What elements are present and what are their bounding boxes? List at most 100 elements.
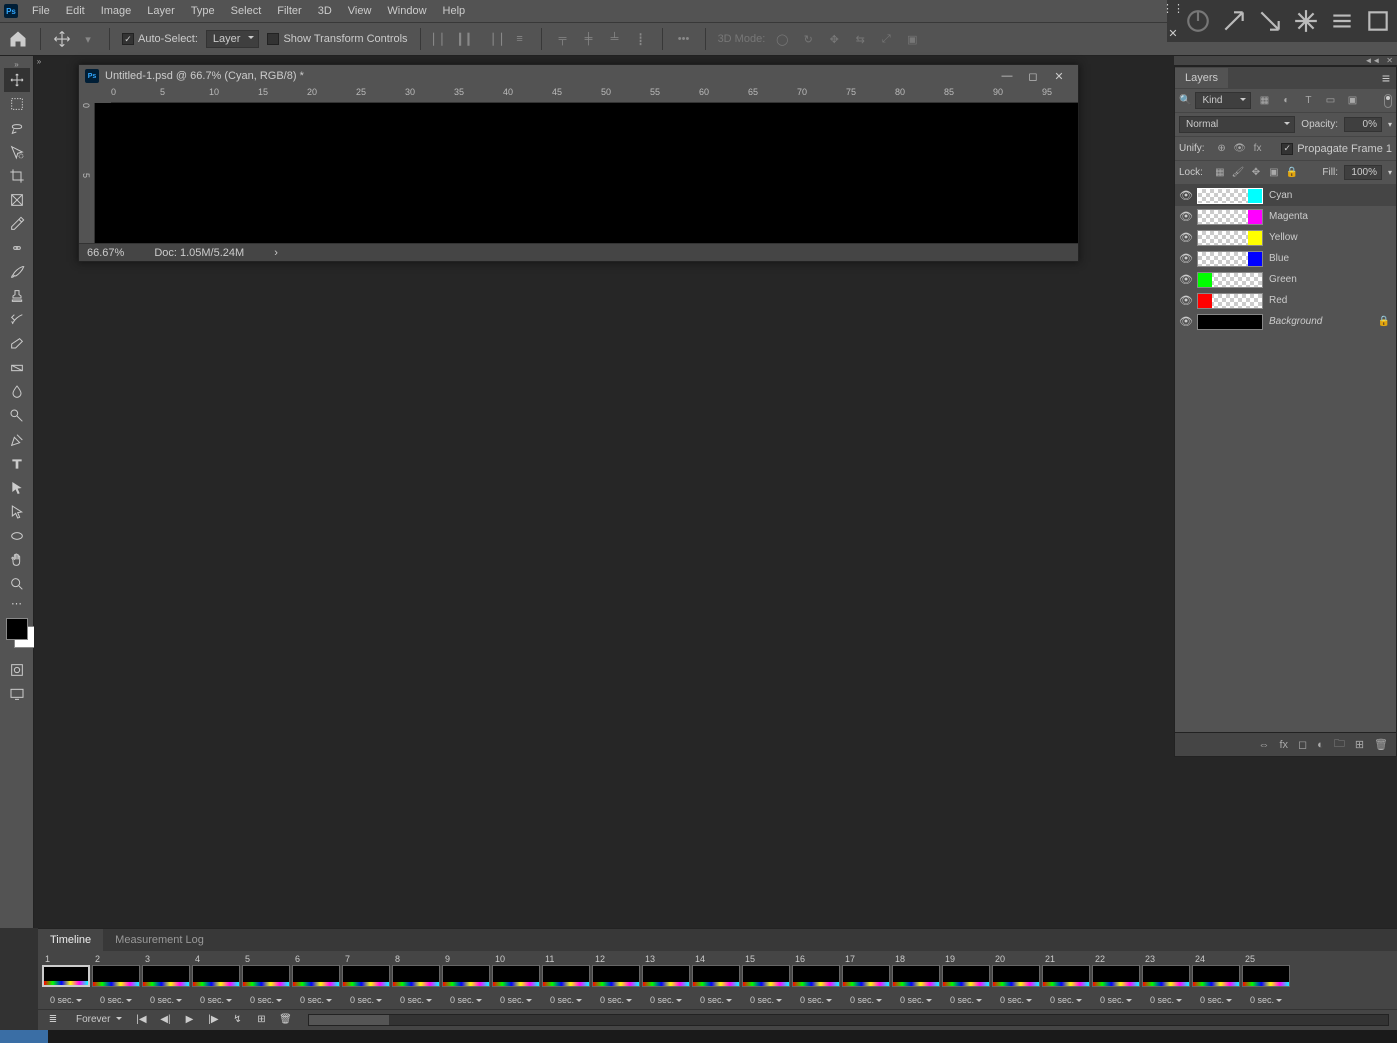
showtransform-checkbox[interactable]: Show Transform Controls — [267, 33, 407, 45]
frame-thumbnail[interactable] — [92, 965, 140, 987]
layer-row[interactable]: 👁Background🔒 — [1175, 311, 1396, 332]
opacity-input[interactable]: 0% — [1344, 117, 1382, 132]
arrow-se-icon[interactable] — [1257, 8, 1283, 34]
filter-smart-icon[interactable]: ▣ — [1343, 92, 1361, 110]
timeline-frame[interactable]: 170 sec. — [842, 953, 890, 1007]
layer-row[interactable]: 👁Yellow — [1175, 227, 1396, 248]
layer-thumbnail[interactable] — [1197, 314, 1263, 330]
visibility-icon[interactable]: 👁 — [1175, 231, 1197, 244]
zoom-tool-icon[interactable] — [4, 572, 30, 596]
eyedropper-tool-icon[interactable] — [4, 212, 30, 236]
menu-view[interactable]: View — [340, 2, 380, 20]
timeline-menu-icon[interactable]: ≣ — [46, 1013, 60, 1027]
tween-icon[interactable]: ↯ — [230, 1013, 244, 1027]
lock-all-icon[interactable]: 🔒 — [1285, 166, 1299, 180]
layer-row[interactable]: 👁Blue — [1175, 248, 1396, 269]
layer-row[interactable]: 👁 Green — [1175, 269, 1396, 290]
lasso-tool-icon[interactable] — [4, 116, 30, 140]
timeline-scrollbar[interactable] — [308, 1014, 1389, 1026]
direct-select-tool-icon[interactable] — [4, 500, 30, 524]
layer-thumbnail[interactable] — [1197, 188, 1263, 204]
unify-visibility-icon[interactable]: 👁 — [1233, 142, 1247, 156]
timeline-frame[interactable]: 10 sec. — [42, 953, 90, 1007]
timeline-frame[interactable]: 60 sec. — [292, 953, 340, 1007]
panel-menu-icon[interactable]: ≡ — [1376, 70, 1396, 86]
filter-kind-select[interactable]: Kind — [1195, 92, 1251, 109]
edit-toolbar-icon[interactable]: ⋯ — [4, 596, 30, 610]
distribute-v-icon[interactable]: ┋ — [632, 30, 650, 48]
frame-thumbnail[interactable] — [442, 965, 490, 987]
frame-thumbnail[interactable] — [542, 965, 590, 987]
os-taskbar[interactable] — [0, 1030, 1397, 1043]
layer-thumbnail[interactable] — [1197, 293, 1263, 309]
frame-delay[interactable]: 0 sec. — [342, 993, 390, 1007]
timeline-frame[interactable]: 210 sec. — [1042, 953, 1090, 1007]
zoom-readout[interactable]: 66.67% — [87, 247, 124, 259]
menu-image[interactable]: Image — [93, 2, 140, 20]
status-chevron-icon[interactable]: › — [274, 247, 278, 259]
new-layer-icon[interactable]: ⊞ — [1355, 738, 1364, 751]
frame-delay[interactable]: 0 sec. — [242, 993, 290, 1007]
blend-mode-select[interactable]: Normal — [1179, 116, 1295, 133]
layer-row[interactable]: 👁Magenta — [1175, 206, 1396, 227]
layer-name[interactable]: Green — [1269, 274, 1297, 285]
crop-tool-icon[interactable] — [4, 164, 30, 188]
timeline-tab[interactable]: Timeline — [38, 929, 103, 951]
menu-type[interactable]: Type — [183, 2, 223, 20]
docarea-expand-icon[interactable]: » — [34, 56, 44, 66]
frame-thumbnail[interactable] — [892, 965, 940, 987]
frame-thumbnail[interactable] — [792, 965, 840, 987]
delete-frame-icon[interactable]: 🗑 — [278, 1013, 292, 1027]
duplicate-frame-icon[interactable]: ⊞ — [254, 1013, 268, 1027]
filter-shape-icon[interactable]: ▭ — [1321, 92, 1339, 110]
prev-frame-icon[interactable]: ◀| — [158, 1013, 172, 1027]
timeline-frame[interactable]: 130 sec. — [642, 953, 690, 1007]
power-icon[interactable] — [1185, 8, 1211, 34]
ruler-origin[interactable] — [79, 87, 95, 103]
lock-position-icon[interactable]: ✥ — [1249, 166, 1263, 180]
screenmode-icon[interactable] — [4, 682, 30, 706]
frame-delay[interactable]: 0 sec. — [592, 993, 640, 1007]
eraser-tool-icon[interactable] — [4, 332, 30, 356]
move-tool-icon[interactable] — [4, 68, 30, 92]
frame-thumbnail[interactable] — [1092, 965, 1140, 987]
delete-layer-icon[interactable]: 🗑 — [1374, 738, 1388, 751]
adjustment-layer-icon[interactable]: ◐ — [1317, 739, 1324, 751]
play-icon[interactable]: ▶ — [182, 1013, 196, 1027]
maximize-icon[interactable]: ◻ — [1020, 67, 1046, 85]
menu-filter[interactable]: Filter — [269, 2, 309, 20]
menu-edit[interactable]: Edit — [58, 2, 93, 20]
canvas[interactable] — [95, 103, 1078, 243]
collapse-left-icon[interactable]: ◄◄ — [1364, 56, 1380, 65]
pen-tool-icon[interactable] — [4, 428, 30, 452]
dodge-tool-icon[interactable] — [4, 404, 30, 428]
panel-close-icon[interactable]: ✕ — [1386, 56, 1393, 65]
frame-tool-icon[interactable] — [4, 188, 30, 212]
opacity-dropdown-icon[interactable]: ▾ — [1388, 120, 1392, 129]
frame-delay[interactable]: 0 sec. — [1042, 993, 1090, 1007]
autoselect-checkbox[interactable]: Auto-Select: — [122, 33, 198, 45]
close-icon[interactable]: ✕ — [1046, 67, 1072, 85]
frame-delay[interactable]: 0 sec. — [42, 993, 90, 1007]
collapse-handle[interactable]: ⋮⋮✕ — [1167, 0, 1179, 42]
visibility-icon[interactable]: 👁 — [1175, 210, 1197, 223]
frame-thumbnail[interactable] — [692, 965, 740, 987]
quickmask-icon[interactable] — [4, 658, 30, 682]
tool-preset-dropdown-icon[interactable]: ▾ — [79, 30, 97, 48]
layer-name[interactable]: Red — [1269, 295, 1287, 306]
docsize-readout[interactable]: Doc: 1.05M/5.24M — [154, 247, 244, 259]
gradient-tool-icon[interactable] — [4, 356, 30, 380]
frame-delay[interactable]: 0 sec. — [392, 993, 440, 1007]
minimize-icon[interactable]: — — [994, 67, 1020, 85]
timeline-frame[interactable]: 200 sec. — [992, 953, 1040, 1007]
layer-row[interactable]: 👁Cyan — [1175, 185, 1396, 206]
frame-thumbnail[interactable] — [842, 965, 890, 987]
visibility-icon[interactable]: 👁 — [1175, 273, 1197, 286]
timeline-frame[interactable]: 40 sec. — [192, 953, 240, 1007]
frame-delay[interactable]: 0 sec. — [742, 993, 790, 1007]
layer-name[interactable]: Background — [1269, 316, 1322, 327]
frame-delay[interactable]: 0 sec. — [292, 993, 340, 1007]
timeline-frame[interactable]: 230 sec. — [1142, 953, 1190, 1007]
frame-thumbnail[interactable] — [592, 965, 640, 987]
align-vcenter-icon[interactable]: ╪ — [580, 30, 598, 48]
